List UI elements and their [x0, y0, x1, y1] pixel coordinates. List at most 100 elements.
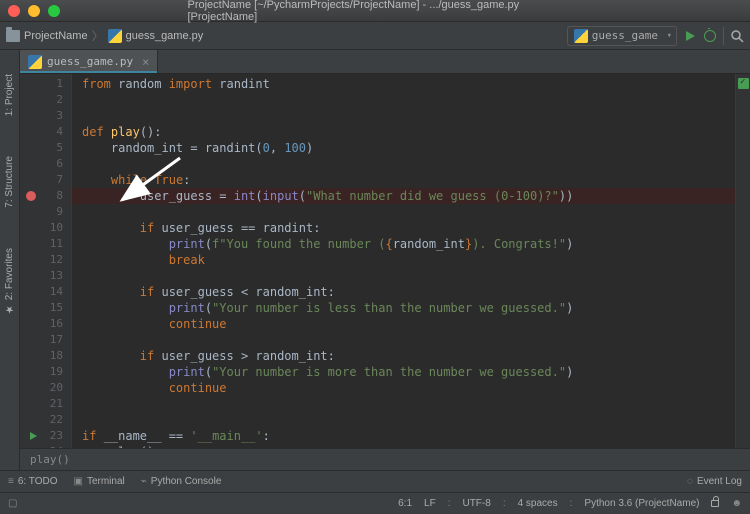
- tool-window-favorites[interactable]: ★2: Favorites: [4, 248, 15, 314]
- tool-window-label: 7: Structure: [4, 156, 15, 208]
- caret-position[interactable]: 6:1: [398, 498, 412, 509]
- code-line[interactable]: print("Your number is more than the numb…: [72, 364, 735, 380]
- breadcrumb-file[interactable]: guess_game.py: [108, 29, 204, 43]
- main-toolbar: ProjectName 〉 guess_game.py guess_game: [0, 22, 750, 50]
- code-line[interactable]: continue: [72, 380, 735, 396]
- left-tool-stripe: 1: Project 7: Structure ★2: Favorites: [0, 50, 20, 470]
- code-line[interactable]: def play():: [72, 124, 735, 140]
- gutter-line[interactable]: 14: [20, 284, 71, 300]
- close-tab-button[interactable]: ×: [142, 55, 149, 69]
- gutter-line[interactable]: 5: [20, 140, 71, 156]
- gutter-line[interactable]: 23: [20, 428, 71, 444]
- gutter-line[interactable]: 20: [20, 380, 71, 396]
- code-line[interactable]: [72, 92, 735, 108]
- search-everywhere-button[interactable]: [730, 29, 744, 43]
- breakpoint-icon[interactable]: [26, 191, 36, 201]
- gutter-line[interactable]: 1: [20, 76, 71, 92]
- lock-icon[interactable]: [711, 500, 719, 507]
- tool-window-label: Python Console: [151, 476, 222, 487]
- code-line[interactable]: if user_guess == randint:: [72, 220, 735, 236]
- minimize-window-button[interactable]: [28, 5, 40, 17]
- gutter-line[interactable]: 15: [20, 300, 71, 316]
- code-line[interactable]: [72, 268, 735, 284]
- gutter-line[interactable]: 24: [20, 444, 71, 448]
- fullscreen-window-button[interactable]: [48, 5, 60, 17]
- code-line[interactable]: break: [72, 252, 735, 268]
- separator-icon: :: [503, 498, 506, 509]
- tool-window-label: Event Log: [697, 476, 742, 487]
- code-line[interactable]: random_int = randint(0, 100): [72, 140, 735, 156]
- code-line[interactable]: play(): [72, 444, 735, 448]
- separator-icon: :: [570, 498, 573, 509]
- search-icon: [730, 29, 744, 43]
- encoding[interactable]: UTF-8: [462, 498, 490, 509]
- divider: [723, 27, 724, 45]
- code-line[interactable]: [72, 108, 735, 124]
- debug-button[interactable]: [703, 29, 717, 43]
- editor-tab[interactable]: guess_game.py ×: [20, 50, 158, 73]
- code-line[interactable]: from random import randint: [72, 76, 735, 92]
- inspection-status-ok-icon: [738, 78, 749, 89]
- code-line[interactable]: print(f"You found the number ({random_in…: [72, 236, 735, 252]
- line-separator[interactable]: LF: [424, 498, 436, 509]
- gutter-line[interactable]: 10: [20, 220, 71, 236]
- breadcrumb-project[interactable]: ProjectName: [24, 30, 88, 42]
- gutter-line[interactable]: 18: [20, 348, 71, 364]
- code-line[interactable]: [72, 332, 735, 348]
- run-gutter-icon[interactable]: [30, 432, 37, 440]
- gutter-line[interactable]: 8: [20, 188, 71, 204]
- tool-window-label: 2: Favorites: [4, 248, 15, 300]
- code-line[interactable]: continue: [72, 316, 735, 332]
- hector-icon[interactable]: ☻: [731, 498, 742, 509]
- editor-tabs-bar: guess_game.py ×: [20, 50, 750, 74]
- speech-bubble-icon: ◌: [687, 476, 693, 487]
- gutter-line[interactable]: 2: [20, 92, 71, 108]
- run-config-label: guess_game: [592, 29, 658, 42]
- code-editor[interactable]: from random import randint def play(): ra…: [72, 74, 735, 448]
- code-line[interactable]: [72, 412, 735, 428]
- tool-window-project[interactable]: 1: Project: [4, 74, 15, 116]
- run-configuration-selector[interactable]: guess_game: [567, 26, 677, 46]
- gutter-line[interactable]: 21: [20, 396, 71, 412]
- gutter-line[interactable]: 19: [20, 364, 71, 380]
- interpreter[interactable]: Python 3.6 (ProjectName): [584, 498, 699, 509]
- tool-window-structure[interactable]: 7: Structure: [4, 156, 15, 208]
- gutter-line[interactable]: 13: [20, 268, 71, 284]
- code-line[interactable]: print("Your number is less than the numb…: [72, 300, 735, 316]
- breadcrumb-file-label: guess_game.py: [126, 30, 204, 42]
- code-line[interactable]: while True:: [72, 172, 735, 188]
- code-line[interactable]: [72, 156, 735, 172]
- code-line[interactable]: [72, 396, 735, 412]
- gutter-line[interactable]: 11: [20, 236, 71, 252]
- gutter-line[interactable]: 3: [20, 108, 71, 124]
- gutter-line[interactable]: 4: [20, 124, 71, 140]
- gutter-line[interactable]: 22: [20, 412, 71, 428]
- editor-gutter[interactable]: 1234567891011121314151617181920212223242…: [20, 74, 72, 448]
- code-line[interactable]: [72, 204, 735, 220]
- gutter-line[interactable]: 17: [20, 332, 71, 348]
- editor-area: guess_game.py × 123456789101112131415161…: [20, 50, 750, 470]
- event-log-button[interactable]: ◌ Event Log: [687, 476, 742, 487]
- tool-window-python-console[interactable]: ⌁ Python Console: [141, 476, 222, 487]
- code-line[interactable]: if user_guess < random_int:: [72, 284, 735, 300]
- run-button[interactable]: [683, 29, 697, 43]
- code-line[interactable]: if user_guess > random_int:: [72, 348, 735, 364]
- tool-window-label: 6: TODO: [18, 476, 58, 487]
- terminal-icon: ▣: [74, 476, 83, 487]
- gutter-line[interactable]: 16: [20, 316, 71, 332]
- python-file-icon: [574, 29, 588, 43]
- folder-icon: [6, 30, 20, 42]
- code-line[interactable]: if __name__ == '__main__':: [72, 428, 735, 444]
- indent-settings[interactable]: 4 spaces: [518, 498, 558, 509]
- tool-window-toggle-icon[interactable]: ▢: [8, 498, 17, 509]
- close-window-button[interactable]: [8, 5, 20, 17]
- tool-window-todo[interactable]: ≡ 6: TODO: [8, 476, 58, 487]
- tool-window-terminal[interactable]: ▣ Terminal: [74, 476, 125, 487]
- code-line[interactable]: user_guess = int(input("What number did …: [72, 188, 735, 204]
- gutter-line[interactable]: 7: [20, 172, 71, 188]
- gutter-line[interactable]: 12: [20, 252, 71, 268]
- gutter-line[interactable]: 6: [20, 156, 71, 172]
- gutter-line[interactable]: 9: [20, 204, 71, 220]
- error-stripe[interactable]: [735, 74, 750, 448]
- editor-breadcrumbs[interactable]: play(): [20, 448, 750, 470]
